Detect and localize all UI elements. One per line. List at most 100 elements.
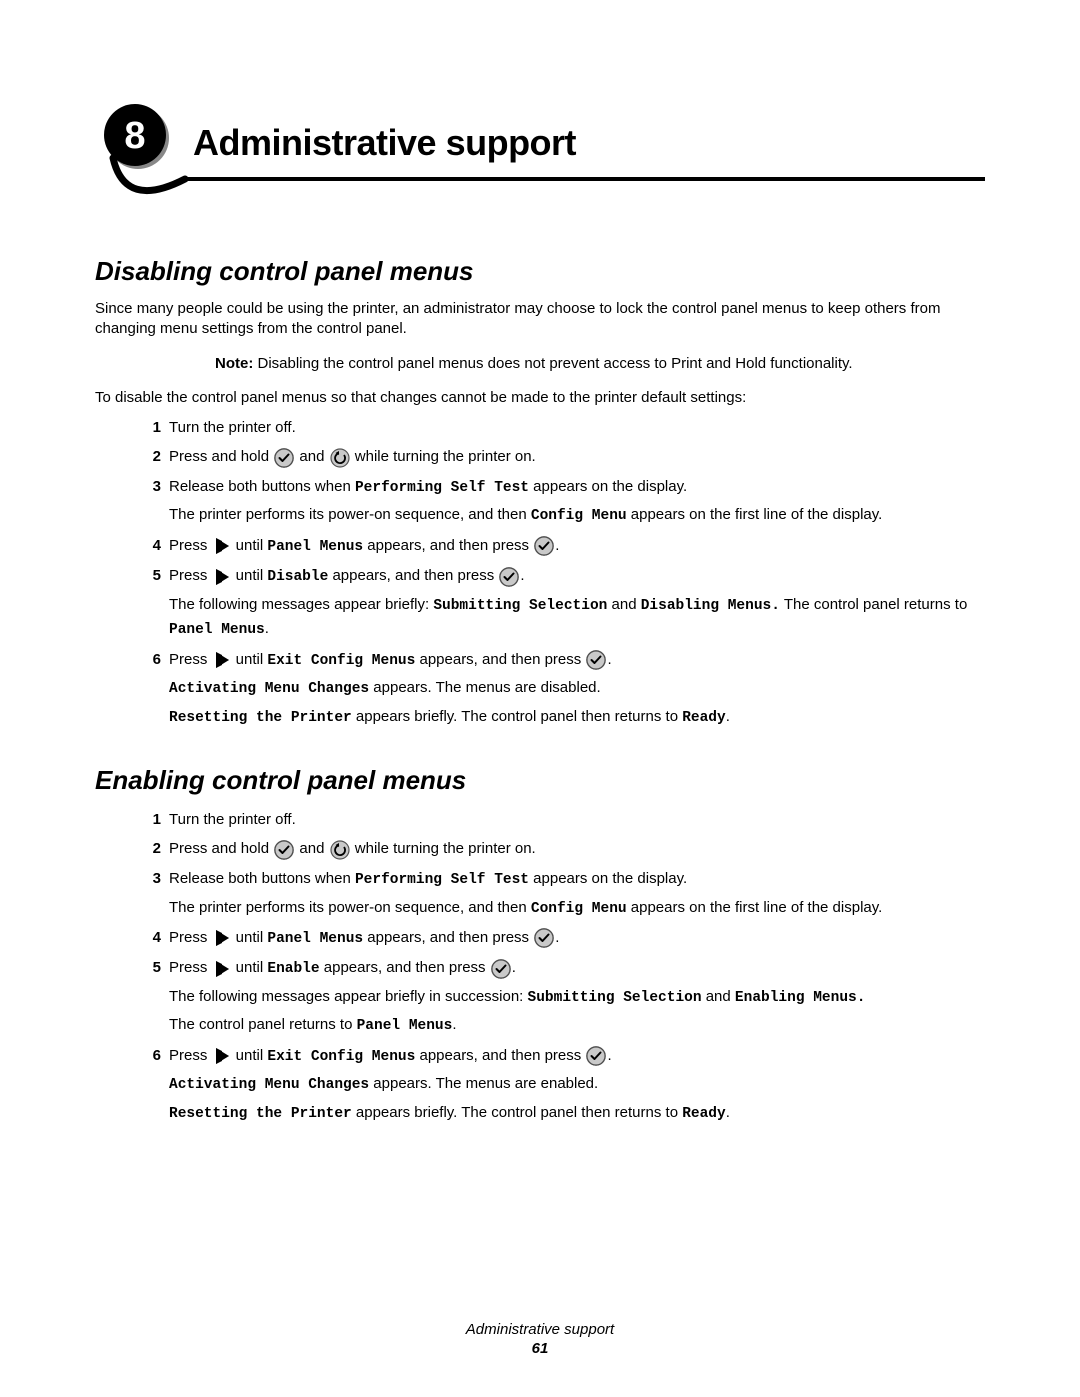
display-text: Activating Menu Changes: [169, 1077, 369, 1093]
step-item: 3 Release both buttons when Performing S…: [151, 867, 985, 920]
step-text: until: [232, 929, 268, 946]
step-text: and: [295, 840, 328, 857]
step-text: appears, and then press: [415, 651, 585, 668]
step-text: Press: [169, 1047, 212, 1064]
right-arrow-icon: [213, 648, 231, 671]
step-text: Press: [169, 651, 212, 668]
lead-paragraph: To disable the control panel menus so th…: [95, 388, 985, 408]
steps-list-disable: 1 Turn the printer off. 2 Press and hold…: [95, 416, 985, 729]
step-number: 5: [143, 564, 161, 587]
step-subtext: The following messages appear briefly in…: [169, 985, 985, 1009]
step-text: Turn the printer off.: [169, 811, 296, 828]
check-button-icon: [534, 926, 554, 949]
step-subtext: Resetting the Printer appears briefly. T…: [169, 1101, 985, 1125]
display-text: Panel Menus: [267, 931, 363, 947]
step-subtext: The printer performs its power-on sequen…: [169, 503, 985, 527]
chapter-divider: [183, 177, 985, 181]
step-text: appears. The menus are disabled.: [369, 679, 601, 696]
step-text: The printer performs its power-on sequen…: [169, 899, 531, 916]
check-button-icon: [499, 565, 519, 588]
step-number: 1: [143, 416, 161, 439]
check-button-icon: [586, 648, 606, 671]
display-text: Submitting Selection: [433, 598, 607, 614]
step-text: and: [607, 596, 640, 613]
step-text: until: [232, 567, 268, 584]
page-number: 61: [0, 1340, 1080, 1357]
step-text: The printer performs its power-on sequen…: [169, 506, 531, 523]
step-item: 1 Turn the printer off.: [151, 808, 985, 831]
step-text: Release both buttons when: [169, 478, 355, 495]
return-button-icon: [330, 446, 350, 469]
display-text: Performing Self Test: [355, 480, 529, 496]
step-text: .: [726, 708, 730, 725]
display-text: Resetting the Printer: [169, 710, 352, 726]
step-number: 6: [143, 1044, 161, 1067]
check-button-icon: [534, 534, 554, 557]
display-text: Activating Menu Changes: [169, 681, 369, 697]
display-text: Submitting Selection: [528, 990, 702, 1006]
right-arrow-icon: [213, 534, 231, 557]
step-text: .: [555, 929, 559, 946]
step-text: Press: [169, 537, 212, 554]
chapter-title: Administrative support: [193, 122, 576, 164]
footer-title: Administrative support: [466, 1321, 614, 1338]
display-text: Disable: [267, 569, 328, 585]
steps-list-enable: 1 Turn the printer off. 2 Press and hold…: [95, 808, 985, 1125]
display-text: Config Menu: [531, 508, 627, 524]
chapter-badge: 8: [95, 100, 195, 220]
note-body: Disabling the control panel menus does n…: [253, 355, 852, 372]
display-text: Resetting the Printer: [169, 1106, 352, 1122]
step-subtext: The control panel returns to Panel Menus…: [169, 1013, 985, 1037]
step-subtext: Activating Menu Changes appears. The men…: [169, 676, 985, 700]
step-number: 4: [143, 926, 161, 949]
return-button-icon: [330, 838, 350, 861]
display-text: Performing Self Test: [355, 872, 529, 888]
step-text: Turn the printer off.: [169, 419, 296, 436]
step-text: appears, and then press: [363, 537, 533, 554]
display-text: Panel Menus: [267, 539, 363, 555]
check-button-icon: [274, 838, 294, 861]
step-text: Release both buttons when: [169, 870, 355, 887]
chapter-number: 8: [124, 115, 145, 157]
display-text: Ready: [682, 1106, 726, 1122]
step-text: appears, and then press: [328, 567, 498, 584]
step-text: .: [265, 620, 269, 637]
page-footer: Administrative support 61: [0, 1321, 1080, 1357]
step-text: appears on the first line of the display…: [627, 506, 883, 523]
step-text: The control panel returns to: [780, 596, 967, 613]
step-text: appears briefly. The control panel then …: [352, 708, 682, 725]
display-text: Disabling Menus.: [641, 598, 780, 614]
step-text: appears. The menus are enabled.: [369, 1075, 598, 1092]
step-number: 2: [143, 445, 161, 468]
display-text: Enable: [267, 961, 319, 977]
step-text: The following messages appear briefly in…: [169, 988, 528, 1005]
display-text: Config Menu: [531, 901, 627, 917]
step-text: Press: [169, 567, 212, 584]
display-text: Exit Config Menus: [267, 1049, 415, 1065]
document-page: 8 Administrative support Disabling contr…: [0, 0, 1080, 1397]
step-subtext: Resetting the Printer appears briefly. T…: [169, 705, 985, 729]
step-text: .: [607, 651, 611, 668]
right-arrow-icon: [213, 957, 231, 980]
step-text: appears on the first line of the display…: [627, 899, 883, 916]
step-text: .: [726, 1104, 730, 1121]
step-text: until: [232, 537, 268, 554]
step-item: 5 Press until Disable appears, and then …: [151, 564, 985, 641]
right-arrow-icon: [213, 565, 231, 588]
step-text: .: [512, 959, 516, 976]
step-text: The control panel returns to: [169, 1016, 357, 1033]
display-text: Enabling Menus.: [735, 990, 866, 1006]
step-text: Press: [169, 959, 212, 976]
step-text: Press and hold: [169, 448, 273, 465]
step-text: until: [232, 651, 268, 668]
step-item: 3 Release both buttons when Performing S…: [151, 475, 985, 528]
step-text: while turning the printer on.: [351, 840, 536, 857]
step-number: 6: [143, 648, 161, 671]
step-item: 4 Press until Panel Menus appears, and t…: [151, 534, 985, 558]
step-text: appears briefly. The control panel then …: [352, 1104, 682, 1121]
step-text: .: [607, 1047, 611, 1064]
note-block: Note: Disabling the control panel menus …: [215, 354, 985, 374]
step-text: appears, and then press: [320, 959, 490, 976]
display-text: Ready: [682, 710, 726, 726]
step-text: .: [452, 1016, 456, 1033]
